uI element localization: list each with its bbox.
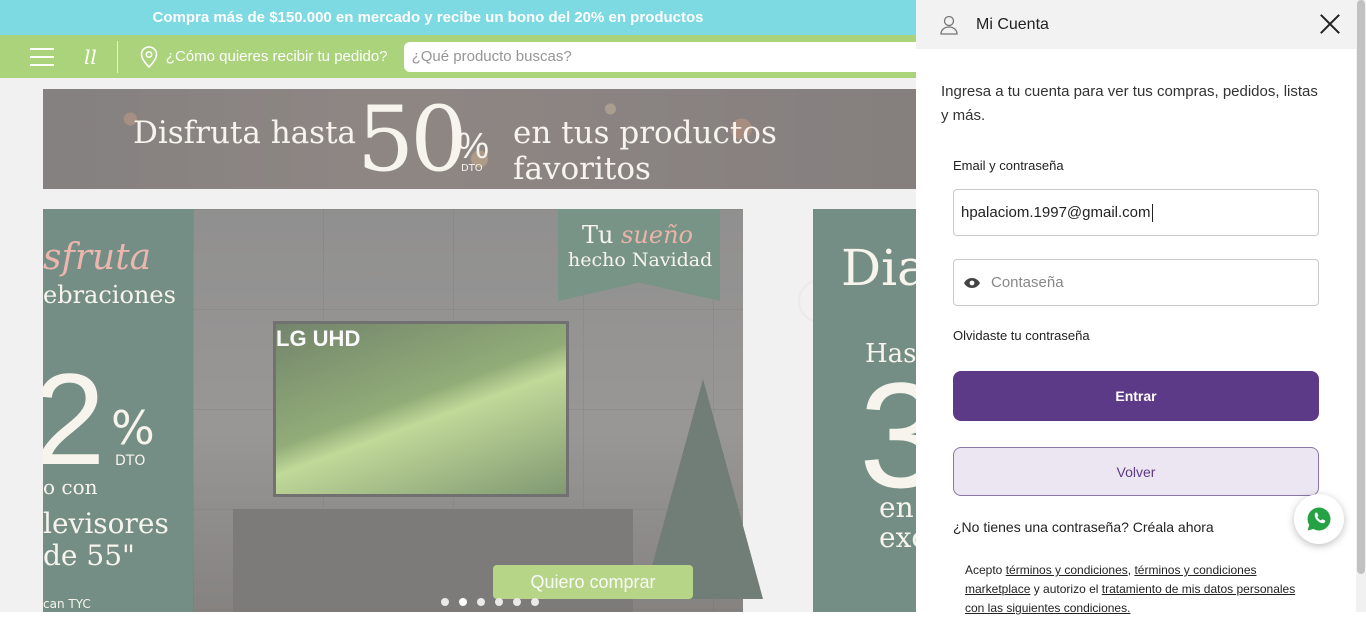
terms-prefix: Acepto (965, 563, 1003, 577)
close-icon[interactable] (1319, 13, 1341, 35)
background-page: Compra más de $150.000 en mercado y reci… (0, 0, 916, 612)
drawer-scrollbar[interactable] (1356, 0, 1366, 612)
password-placeholder: Contaseña (991, 274, 1064, 291)
text-caret (1151, 203, 1153, 222)
entrar-button[interactable]: Entrar (953, 371, 1319, 421)
whatsapp-button[interactable] (1294, 494, 1344, 544)
drawer-header: Mi Cuenta (916, 0, 1366, 49)
modal-overlay[interactable] (0, 0, 916, 612)
terms-link[interactable]: términos y condiciones (1006, 563, 1128, 577)
eye-icon[interactable] (963, 277, 981, 289)
scrollbar-thumb[interactable] (1357, 0, 1365, 574)
account-drawer: Mi Cuenta Ingresa a tu cuenta para ver t… (916, 0, 1366, 615)
forgot-password-link[interactable]: Olvidaste tu contraseña (953, 328, 1090, 343)
volver-button[interactable]: Volver (953, 447, 1319, 496)
email-value: hpalaciom.1997@gmail.com (961, 204, 1151, 221)
email-field[interactable]: hpalaciom.1997@gmail.com (953, 189, 1319, 236)
drawer-intro: Ingresa a tu cuenta para ver tus compras… (941, 83, 1318, 124)
password-field[interactable]: Contaseña (953, 259, 1319, 306)
signup-prompt: ¿No tienes una contraseña? Créala ahora (953, 519, 1214, 535)
user-icon (940, 15, 958, 35)
drawer-title: Mi Cuenta (976, 15, 1049, 33)
whatsapp-icon (1307, 507, 1331, 531)
terms-mid: y autorizo el (1033, 582, 1099, 596)
email-label: Email y contraseña (953, 158, 1064, 173)
terms-text: Acepto términos y condiciones, términos … (965, 561, 1315, 618)
signup-link[interactable]: Créala ahora (1133, 519, 1214, 535)
terms-sep: , (1127, 563, 1132, 577)
signup-question: ¿No tienes una contraseña? (953, 519, 1129, 535)
